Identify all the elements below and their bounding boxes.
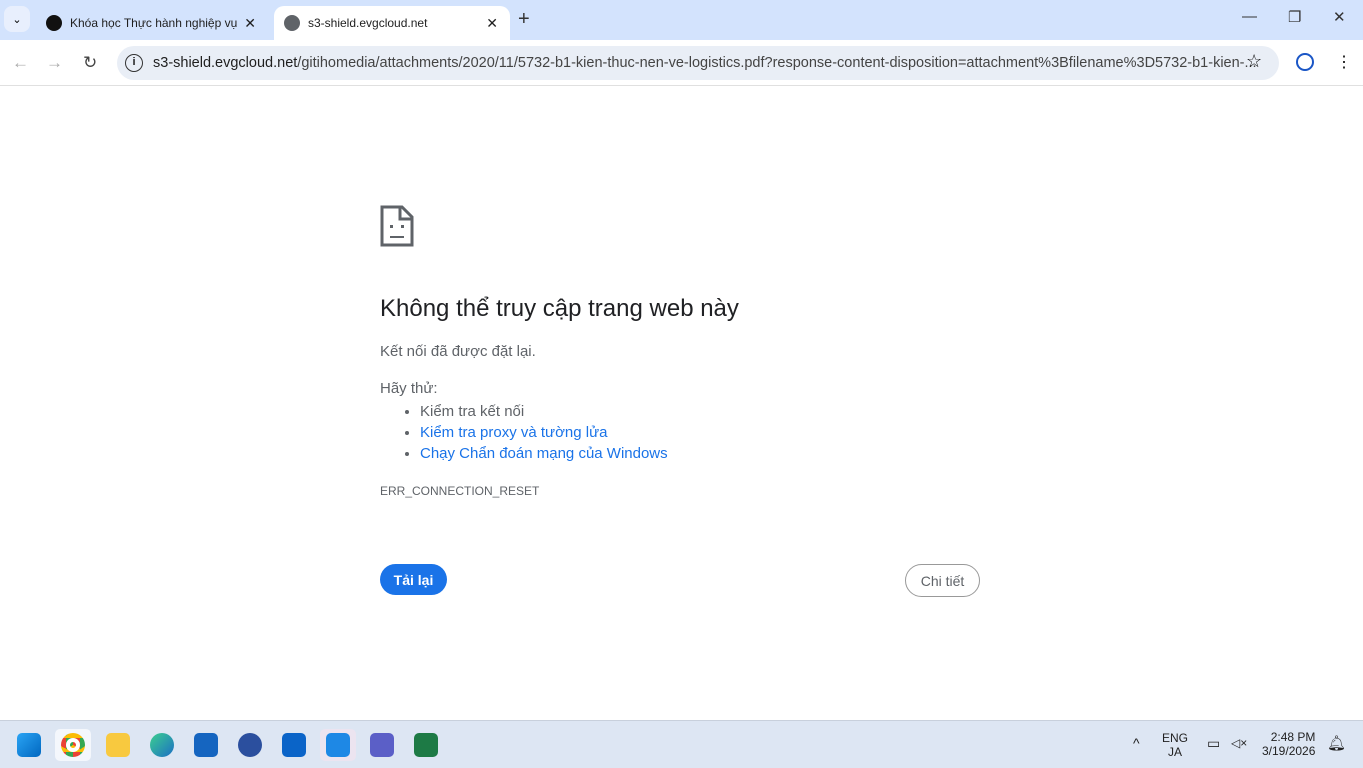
outlook-icon[interactable] <box>276 729 312 761</box>
tab-title: Khóa học Thực hành nghiệp vụ <box>70 16 238 30</box>
taskbar: ^ ENG JA ▭ ◁× 2:48 PM 3/19/2026 🔔︎ <box>0 720 1363 768</box>
show-hidden-icons-button[interactable]: ^ <box>1133 735 1140 751</box>
back-button[interactable]: ← <box>12 53 29 73</box>
zalo-icon[interactable] <box>320 729 356 761</box>
close-tab-icon[interactable]: ✕ <box>486 15 498 32</box>
time: 2:48 PM <box>1270 730 1316 744</box>
chrome-icon[interactable] <box>55 729 91 761</box>
error-page: Không thể truy cập trang web này Kết nối… <box>380 205 980 498</box>
url-host: s3-shield.evgcloud.net <box>153 55 298 71</box>
volume-muted-icon[interactable]: ◁× <box>1231 736 1247 750</box>
check-proxy-link[interactable]: Kiểm tra proxy và tường lửa <box>420 424 608 441</box>
menu-icon[interactable]: ⋮ <box>1336 52 1352 72</box>
restore-button[interactable]: ❐ <box>1288 8 1301 26</box>
suggestion-item: Kiểm tra proxy và tường lửa <box>420 424 980 441</box>
error-code: ERR_CONNECTION_RESET <box>380 484 540 498</box>
suggestion-item: Kiểm tra kết nối <box>420 403 980 420</box>
forward-button[interactable]: → <box>46 53 63 73</box>
details-button[interactable]: Chi tiết <box>905 564 980 597</box>
notification-bell-icon[interactable]: 🔔︎ <box>1327 734 1346 752</box>
date: 3/19/2026 <box>1262 744 1316 758</box>
start-icon[interactable] <box>11 729 47 761</box>
url-path: /gitihomedia/attachments/2020/11/5732-b1… <box>297 55 1257 71</box>
tab-strip: ⌄ Khóa học Thực hành nghiệp vụ ✕ s3-shiel… <box>0 0 1363 40</box>
clock[interactable]: 2:48 PM 3/19/2026 <box>1262 730 1315 758</box>
language-indicator[interactable]: ENG JA <box>1162 731 1188 759</box>
tab-1[interactable]: Khóa học Thực hành nghiệp vụ ✕ <box>38 6 268 40</box>
site-info-icon[interactable]: i <box>125 54 143 72</box>
site-favicon-icon <box>46 15 62 31</box>
try-label: Hãy thử: <box>380 380 438 397</box>
address-bar[interactable]: i s3-shield.evgcloud.net/gitihomedia/att… <box>117 46 1279 80</box>
profile-icon[interactable] <box>1296 53 1314 71</box>
edge-icon[interactable] <box>144 729 180 761</box>
unikey-icon[interactable] <box>188 729 224 761</box>
close-window-button[interactable]: ✕ <box>1333 8 1346 26</box>
reload-page-button[interactable]: Tải lại <box>380 564 447 595</box>
file-explorer-icon[interactable] <box>100 729 136 761</box>
lang-primary: ENG <box>1162 731 1189 745</box>
new-tab-button[interactable]: + <box>518 8 530 31</box>
suggestions-list: Kiểm tra kết nối Kiểm tra proxy và tường… <box>420 403 980 462</box>
teams-icon[interactable] <box>364 729 400 761</box>
toolbar: ← → ↻ i s3-shield.evgcloud.net/gitihomed… <box>0 40 1363 86</box>
tab-search-button[interactable]: ⌄ <box>4 6 30 32</box>
suggestion-item: Chạy Chẩn đoán mạng của Windows <box>420 445 980 462</box>
close-tab-icon[interactable]: ✕ <box>244 15 256 32</box>
tab-2-active[interactable]: s3-shield.evgcloud.net ✕ <box>274 6 510 40</box>
minimize-button[interactable]: — <box>1242 8 1257 25</box>
excel-icon[interactable] <box>408 729 444 761</box>
app-s-icon[interactable] <box>232 729 268 761</box>
sad-page-icon <box>380 205 414 247</box>
error-message: Kết nối đã được đặt lại. <box>380 343 536 360</box>
network-diagnostics-link[interactable]: Chạy Chẩn đoán mạng của Windows <box>420 445 668 462</box>
globe-icon <box>284 15 300 31</box>
error-title: Không thể truy cập trang web này <box>380 295 739 322</box>
reload-button[interactable]: ↻ <box>83 53 97 73</box>
tab-title: s3-shield.evgcloud.net <box>308 16 428 30</box>
lang-secondary: JA <box>1168 745 1183 759</box>
network-icon[interactable]: ▭ <box>1207 735 1220 752</box>
